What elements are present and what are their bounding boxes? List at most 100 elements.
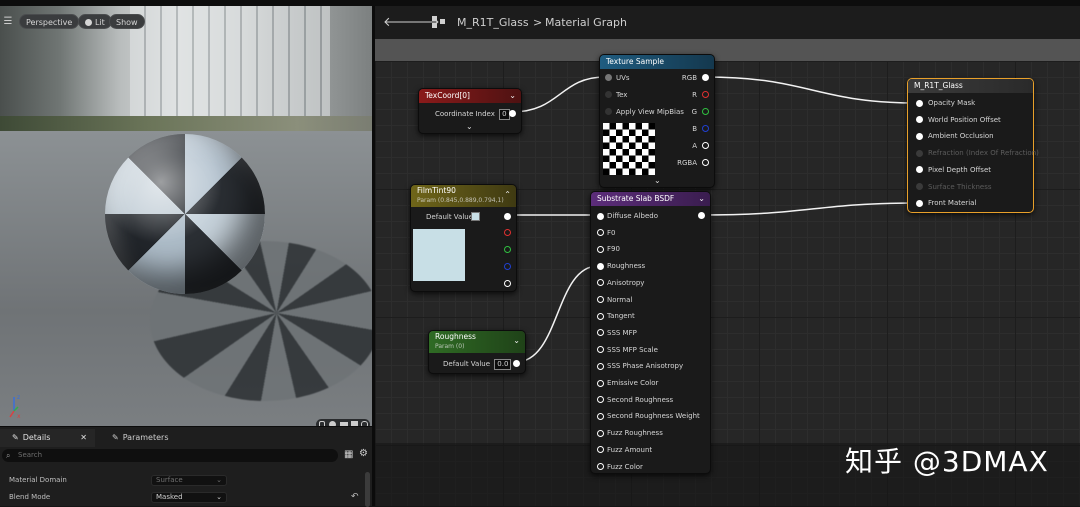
substrate-input-pin[interactable] [597,362,604,370]
roughness-param-node[interactable]: Roughness Param (0) ⌄ Default Value 0.0 [428,330,526,374]
roughness-header[interactable]: Roughness Param (0) ⌄ [429,331,525,353]
substrate-input-label: Tangent [607,312,635,321]
substrate-input-pin[interactable] [597,412,604,420]
wire-substrate-to-front-material [700,202,919,216]
substrate-input-label: Anisotropy [607,278,645,287]
chevron-down-icon[interactable]: ⌄ [698,192,705,206]
tex-pin-label: Tex [616,91,628,99]
chevron-down-icon[interactable]: ⌄ [509,89,516,103]
coordinate-index-label: Coordinate Index [435,110,495,118]
a-output-pin[interactable] [702,142,709,149]
r-pin-label: R [692,91,697,99]
g-pin-label: G [691,108,697,116]
substrate-input-pin[interactable] [597,329,604,337]
filmtint-rgb-output[interactable] [504,213,511,220]
result-input-label: Surface Thickness [928,182,992,191]
substrate-input-label: F90 [607,245,620,254]
texcoord-node[interactable]: TexCoord[0] ⌄ Coordinate Index 0 ⌄ [418,88,522,134]
substrate-input-pin[interactable] [597,396,604,404]
rgb-output-pin[interactable] [702,74,709,81]
result-input-label: Pixel Depth Offset [928,165,991,174]
substrate-input-label: Second Roughness Weight [607,412,700,421]
material-result-node[interactable]: M_R1T_Glass Opacity Mask World Position O… [907,78,1039,213]
result-input-pin[interactable] [916,166,923,174]
chevron-up-icon[interactable]: ⌃ [504,188,511,202]
graph-wires [507,76,919,363]
r-output-pin[interactable] [702,91,709,98]
substrate-input-pin[interactable] [597,463,604,470]
substrate-input-label: Diffuse Albedo [607,212,658,220]
substrate-input-pin[interactable] [597,429,604,437]
substrate-slab-node[interactable]: Substrate Slab BSDF ⌄ Diffuse Albedo F0 F9… [590,191,711,474]
filmtint-a-output[interactable] [504,280,511,287]
filmtint-r-output[interactable] [504,229,511,236]
coordinate-index-value[interactable]: 0 [499,109,510,120]
filmtint-default-label: Default Value [426,213,474,221]
wire-roughness-to-roughness [515,265,599,363]
mipbias-pin-label: Apply View MipBias [616,108,684,116]
result-input-label: Front Material [928,199,977,208]
result-input-pin[interactable] [916,199,923,207]
substrate-input-pin[interactable] [597,245,604,253]
substrate-title: Substrate Slab BSDF [597,194,675,203]
substrate-input-pin[interactable] [597,262,604,270]
expand-chevron-icon[interactable]: ⌄ [466,122,473,131]
texture-sample-node[interactable]: Texture Sample UVs Tex Apply View MipBia… [599,54,715,188]
result-input-pin[interactable] [916,116,923,124]
filmtint-header[interactable]: FilmTint90 Param (0.845,0.889,0.794,1) ⌃ [411,185,516,207]
filmtint-b-output[interactable] [504,263,511,270]
substrate-input-pin[interactable] [597,212,604,220]
substrate-input-label: F0 [607,228,616,237]
texture-sample-header[interactable]: Texture Sample [600,55,714,69]
result-input-label: World Position Offset [928,115,1001,124]
result-input-pin[interactable] [916,132,923,140]
filmtint-param-node[interactable]: FilmTint90 Param (0.845,0.889,0.794,1) ⌃… [410,184,517,292]
wire-rgb-to-opacity-mask [704,76,919,104]
substrate-input-pin[interactable] [597,346,604,354]
roughness-default-value[interactable]: 0.0 [494,359,512,370]
result-input-label: Ambient Occlusion [928,132,994,141]
substrate-input-pin[interactable] [597,229,604,237]
roughness-default-label: Default Value [443,360,491,368]
substrate-input-pin[interactable] [597,446,604,454]
texcoord-title: TexCoord[0] [425,91,470,100]
result-header[interactable]: M_R1T_Glass [908,79,1033,93]
substrate-input-label: SSS MFP Scale [607,345,658,354]
filmtint-g-output[interactable] [504,246,511,253]
substrate-input-pin[interactable] [597,279,604,287]
result-input-pin[interactable] [916,99,923,107]
expand-chevron-icon[interactable]: ⌄ [654,176,661,185]
b-pin-label: B [692,125,697,133]
roughness-output-pin[interactable] [513,360,520,367]
substrate-input-pin[interactable] [597,296,604,303]
substrate-input-label: Fuzz Amount [607,445,653,454]
result-input-pin [916,183,923,190]
substrate-input-label: Emissive Color [607,379,659,387]
substrate-input-pin[interactable] [597,379,604,387]
chevron-down-icon[interactable]: ⌄ [513,334,520,348]
texture-sample-title: Texture Sample [606,57,664,66]
substrate-input-pin[interactable] [597,312,604,320]
rgb-pin-label: RGB [681,74,697,82]
texcoord-header[interactable]: TexCoord[0] ⌄ [419,89,521,103]
substrate-input-label: Fuzz Roughness [607,429,663,438]
watermark-text: 知乎 @3DMAX [845,445,1049,478]
result-input-label: Opacity Mask [928,99,976,107]
filmtint-color-chip[interactable] [471,212,480,221]
coordinate-index-pin: Coordinate Index 0 [435,107,510,121]
roughness-default-pin: Default Value 0.0 [443,357,512,371]
texcoord-output-pin[interactable] [509,110,516,117]
uvs-input-pin[interactable] [605,74,612,81]
rgba-output-pin[interactable] [702,159,709,166]
g-output-pin[interactable] [702,108,709,115]
b-output-pin[interactable] [702,125,709,132]
substrate-input-label: SSS MFP [607,328,637,337]
checker-texture-thumbnail [603,123,655,175]
substrate-output-pin[interactable] [698,212,705,219]
wire-texcoord-to-uvs [511,76,606,113]
mipbias-input-pin[interactable] [605,108,612,115]
substrate-header[interactable]: Substrate Slab BSDF ⌄ [591,192,710,206]
tex-input-pin[interactable] [605,91,612,98]
roughness-title: Roughness [435,332,476,341]
substrate-input-label: Normal [607,295,633,304]
